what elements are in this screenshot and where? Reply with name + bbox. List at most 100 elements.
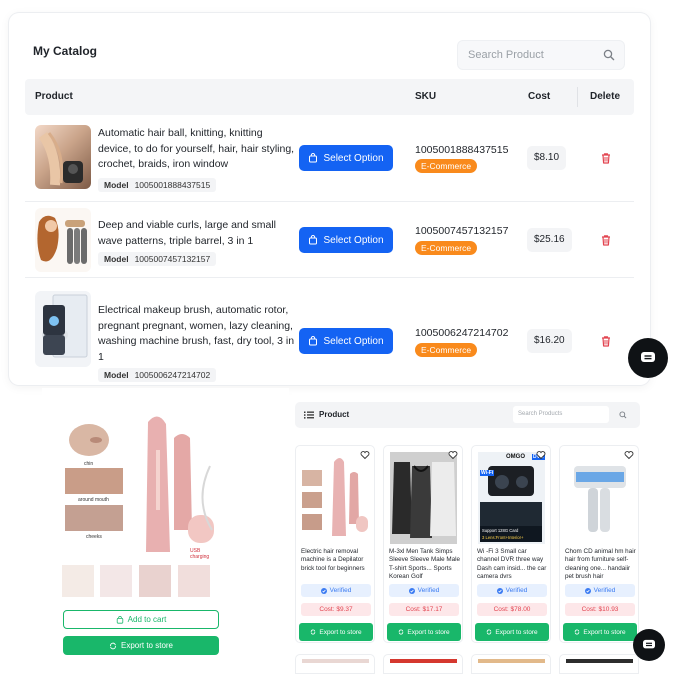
product-card[interactable] [295,654,375,674]
bag-icon [309,153,318,163]
chat-button[interactable] [633,629,665,661]
select-option-button[interactable]: Select Option [299,328,393,354]
product-model: Model 1005001888437515 [98,178,217,192]
column-sku: SKU [415,91,437,102]
product-cost: $25.16 [527,228,572,252]
verified-badge: Verified [301,584,371,597]
card-cost: Cost: $9.37 [301,603,371,616]
gallery-thumbnail[interactable] [178,565,210,597]
column-product: Product [35,91,73,102]
select-option-button[interactable]: Select Option [299,145,393,171]
sync-icon [487,629,492,635]
product-image[interactable] [390,452,457,544]
card-cost: Cost: $10.93 [565,603,635,616]
card-product-name: M-3xl Men Tank Simps Sleeve Sleeve Male … [389,548,461,580]
gallery-thumbnail[interactable] [139,565,171,597]
select-option-button[interactable]: Select Option [299,227,393,253]
image-text-brand: OMGO [506,454,525,460]
gallery-thumbnail[interactable] [100,565,132,597]
image-text-lens: 3 Lens:Front+Interior+ [482,535,524,540]
product-thumbnail[interactable] [35,125,91,189]
bag-icon [309,235,318,245]
channel-tag: E-Commerce [415,343,478,357]
product-image[interactable]: OMGO Wi-Fi DVR Support 128G Card 3 Lens:… [478,452,545,544]
product-thumbnail[interactable] [35,291,91,367]
check-badge-icon [320,587,327,594]
sync-icon [110,642,116,649]
image-text-support: Support 128G Card [482,528,519,533]
product-sku: 1005007457132157 [415,225,509,237]
product-sku: 1005001888437515 [415,144,509,156]
image-caption-around-mouth: around mouth [78,497,109,503]
product-name: Automatic hair ball, knitting, knitting … [98,127,295,170]
verified-badge: Verified [389,584,459,597]
favorite-heart-icon[interactable] [624,450,634,460]
chat-button[interactable] [628,338,668,378]
product-card[interactable] [471,654,551,674]
product-card[interactable] [383,654,463,674]
product-cost: $16.20 [527,329,572,353]
image-caption-cheeks: cheeks [86,534,102,540]
chat-icon [643,639,655,649]
grid-search-input[interactable]: Search Products [513,406,609,423]
export-to-store-button[interactable]: Export to store [475,623,549,641]
list-icon [304,411,314,419]
card-cost: Cost: $78.00 [477,603,547,616]
product-card[interactable]: M-3xl Men Tank Simps Sleeve Sleeve Male … [383,445,463,643]
page-title: My Catalog [33,44,98,58]
image-text-wifi: Wi-Fi [480,470,495,476]
favorite-heart-icon[interactable] [536,450,546,460]
sync-icon [311,629,316,635]
cart-icon [116,615,123,624]
column-cost: Cost [528,91,551,102]
chat-icon [641,352,655,362]
search-icon[interactable] [594,41,624,69]
favorite-heart-icon[interactable] [360,450,370,460]
export-to-store-button[interactable]: Export to store [299,623,373,641]
search-icon[interactable] [619,411,627,419]
check-badge-icon [408,587,415,594]
product-main-image[interactable]: chin around mouth cheeks USB charging [62,410,220,572]
channel-tag: E-Commerce [415,241,478,255]
table-header: Product SKU Cost Delete [25,79,634,115]
grid-title: Product [319,410,350,419]
table-row: Electrical makeup brush, automatic rotor… [25,278,634,385]
add-to-cart-button[interactable]: Add to cart [63,610,219,629]
export-to-store-button[interactable]: Export to store [563,623,637,641]
product-model: Model 1005006247214702 [98,368,217,382]
product-card[interactable]: OMGO Wi-Fi DVR Support 128G Card 3 Lens:… [471,445,551,643]
product-card[interactable]: Chom CD animal hm hair hair from furnitu… [559,445,639,643]
image-caption-usb: USB charging [190,548,210,560]
card-product-name: Wi -Fi 3 Small car channel DVR three way… [477,548,547,580]
card-product-name: Electric hair removal machine is a Depil… [301,548,365,572]
catalog-panel: My Catalog Search Product Product SKU Co… [9,13,650,385]
verified-badge: Verified [565,584,635,597]
export-to-store-button[interactable]: Export to store [63,636,219,655]
product-model: Model 1005007457132157 [98,252,217,266]
card-cost: Cost: $17.17 [389,603,459,616]
gallery-thumbnail[interactable] [62,565,94,597]
trash-icon[interactable] [599,233,613,247]
trash-icon[interactable] [599,151,613,165]
image-caption-chin: chin [84,461,94,467]
search-input[interactable]: Search Product [457,40,625,70]
grid-header: Product Search Products [295,402,640,428]
verified-badge: Verified [477,584,547,597]
trash-icon[interactable] [599,334,613,348]
check-badge-icon [584,587,591,594]
product-image[interactable] [302,452,369,544]
bag-icon [309,336,318,346]
product-cost: $8.10 [527,146,567,170]
channel-tag: E-Commerce [415,159,478,173]
product-card[interactable]: Electric hair removal machine is a Depil… [295,445,375,643]
search-placeholder: Search Product [468,49,544,61]
check-badge-icon [496,587,503,594]
product-card[interactable] [559,654,639,674]
export-to-store-button[interactable]: Export to store [387,623,461,641]
sync-icon [575,629,580,635]
favorite-heart-icon[interactable] [448,450,458,460]
product-name: Deep and viable curls, large and small w… [98,219,277,247]
table-row: Deep and viable curls, large and small w… [25,202,634,278]
product-image[interactable] [566,452,633,544]
product-thumbnail[interactable] [35,208,91,272]
